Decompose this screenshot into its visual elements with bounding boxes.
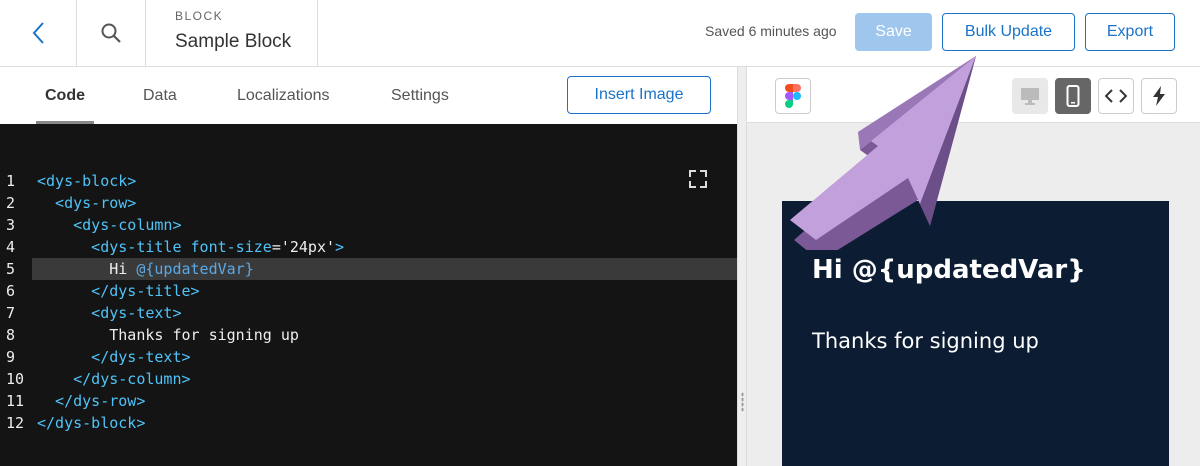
- line-number: 11: [6, 392, 25, 410]
- figma-button[interactable]: [775, 78, 811, 114]
- code-token: <dys-text>: [37, 304, 182, 322]
- code-token: </dys-title>: [37, 282, 200, 300]
- code-text: Hi @{updatedVar}: [37, 258, 254, 280]
- tab-data[interactable]: Data: [143, 87, 177, 105]
- code-line[interactable]: 9 </dys-text>: [0, 346, 737, 368]
- pane-splitter[interactable]: [737, 67, 747, 466]
- code-token: </dys-column>: [37, 370, 191, 388]
- line-number: 6: [6, 282, 16, 300]
- code-token: <dys-column>: [37, 216, 182, 234]
- code-token: '24px': [280, 238, 336, 256]
- chevron-left-icon: [32, 22, 44, 44]
- code-line[interactable]: 7 <dys-text>: [0, 302, 737, 324]
- top-header: BLOCK Sample Block Saved 6 minutes ago S…: [0, 0, 1200, 67]
- code-line[interactable]: 4 <dys-title font-size='24px'>: [0, 236, 737, 258]
- code-token: <dys-block>: [37, 172, 137, 190]
- code-token: Thanks for signing up: [37, 326, 299, 344]
- editor-tabs: Code Data Localizations Settings Insert …: [0, 67, 737, 124]
- code-line[interactable]: 10 </dys-column>: [0, 368, 737, 390]
- desktop-view-button[interactable]: [1012, 78, 1048, 114]
- line-number: 10: [6, 370, 25, 388]
- code-line[interactable]: 1 <dys-block>: [0, 170, 737, 192]
- line-number: 7: [6, 304, 16, 322]
- preview-title: Hi @{updatedVar}: [812, 255, 1086, 285]
- bolt-button[interactable]: [1141, 78, 1177, 114]
- line-number: 3: [6, 216, 16, 234]
- code-editor[interactable]: 1 <dys-block> 2 <dys-row> 3 <dys-column> 4 <…: [0, 124, 737, 466]
- code-text: <dys-column>: [37, 214, 182, 236]
- saved-status: Saved 6 minutes ago: [705, 23, 837, 39]
- line-number: 1: [6, 172, 16, 190]
- code-line[interactable]: 8 Thanks for signing up: [0, 324, 737, 346]
- email-preview-card: Hi @{updatedVar} Thanks for signing up: [782, 201, 1169, 466]
- code-text: Thanks for signing up: [37, 324, 299, 346]
- code-line[interactable]: 3 <dys-column>: [0, 214, 737, 236]
- search-icon: [101, 23, 121, 43]
- code-text: <dys-text>: [37, 302, 182, 324]
- export-button[interactable]: Export: [1085, 13, 1175, 51]
- code-icon: [1105, 89, 1127, 103]
- bolt-icon: [1153, 86, 1165, 106]
- code-token: <dys-title: [37, 238, 191, 256]
- code-text: <dys-row>: [37, 192, 136, 214]
- desktop-icon: [1021, 88, 1039, 105]
- drag-handle-icon[interactable]: [741, 392, 744, 412]
- code-line[interactable]: 6 </dys-title>: [0, 280, 737, 302]
- search-button[interactable]: [77, 0, 146, 66]
- code-text: </dys-column>: [37, 368, 191, 390]
- code-token: font-size: [190, 238, 272, 256]
- line-number: 8: [6, 326, 16, 344]
- code-token: </dys-text>: [37, 348, 191, 366]
- line-number: 4: [6, 238, 16, 256]
- preview-text: Thanks for signing up: [812, 329, 1039, 353]
- block-name[interactable]: Sample Block: [175, 31, 291, 53]
- code-token: =: [271, 238, 281, 256]
- code-text: <dys-block>: [37, 170, 136, 192]
- mobile-view-button[interactable]: [1055, 78, 1091, 114]
- line-number: 9: [6, 348, 16, 366]
- line-number: 12: [6, 414, 25, 432]
- preview-toolbar: [747, 67, 1200, 123]
- preview-pane: Hi @{updatedVar} Thanks for signing up: [747, 67, 1200, 466]
- code-text: </dys-text>: [37, 346, 191, 368]
- figma-icon: [785, 84, 801, 108]
- tab-localizations[interactable]: Localizations: [237, 87, 330, 105]
- code-token: </dys-row>: [37, 392, 146, 410]
- tab-settings[interactable]: Settings: [391, 87, 449, 105]
- code-text: </dys-block>: [37, 412, 145, 434]
- code-line[interactable]: 11 </dys-row>: [0, 390, 737, 412]
- mobile-icon: [1066, 85, 1080, 107]
- bulk-update-button[interactable]: Bulk Update: [942, 13, 1075, 51]
- code-text: <dys-title font-size='24px'>: [37, 236, 344, 258]
- insert-image-button[interactable]: Insert Image: [567, 76, 711, 114]
- code-line[interactable]: 12 </dys-block>: [0, 412, 737, 434]
- code-line[interactable]: 2 <dys-row>: [0, 192, 737, 214]
- save-button[interactable]: Save: [855, 13, 932, 51]
- line-number: 5: [6, 260, 16, 278]
- code-text: </dys-title>: [37, 280, 200, 302]
- back-button[interactable]: [0, 0, 77, 66]
- code-token: Hi: [37, 260, 137, 278]
- code-line[interactable]: 5 Hi @{updatedVar}: [0, 258, 737, 280]
- code-view-button[interactable]: [1098, 78, 1134, 114]
- code-text: </dys-row>: [37, 390, 145, 412]
- line-number: 2: [6, 194, 16, 212]
- code-token: <dys-row>: [37, 194, 137, 212]
- block-title-area: BLOCK Sample Block: [146, 0, 318, 66]
- tab-code[interactable]: Code: [45, 87, 85, 105]
- code-token: </dys-block>: [37, 414, 146, 432]
- code-token: @{updatedVar}: [136, 260, 254, 278]
- block-kicker: BLOCK: [175, 9, 224, 23]
- code-token: >: [335, 238, 345, 256]
